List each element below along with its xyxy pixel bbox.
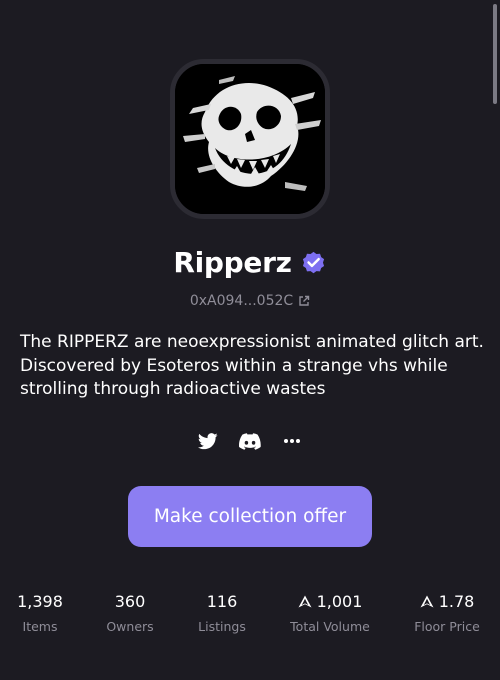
stat-value: 360 (114, 591, 146, 611)
stat-floor-price: 1.78 Floor Price (392, 590, 500, 635)
twitter-link[interactable] (197, 430, 219, 452)
stat-value: 1,001 (316, 591, 363, 611)
ethereum-icon (298, 595, 312, 607)
stat-value: 1,398 (17, 591, 63, 611)
collection-title-row: Ripperz (0, 240, 500, 284)
discord-link[interactable] (239, 430, 261, 452)
social-links (0, 428, 500, 454)
stat-label: Floor Price (414, 619, 480, 634)
stat-label: Listings (198, 619, 246, 634)
skull-art-image (175, 64, 325, 214)
collection-title: Ripperz (173, 245, 292, 279)
more-icon[interactable] (283, 438, 301, 444)
collection-description: The RIPPERZ are neoexpressionist animate… (20, 332, 484, 399)
external-link-icon[interactable] (298, 295, 310, 307)
stat-label: Total Volume (290, 619, 370, 634)
scrollbar[interactable] (493, 4, 497, 104)
contract-address[interactable]: 0xA094...052C (190, 293, 293, 309)
more-options-button[interactable] (281, 430, 303, 452)
stat-value: 1.78 (438, 591, 475, 611)
twitter-icon[interactable] (198, 432, 218, 450)
make-collection-offer-button[interactable]: Make collection offer (128, 486, 372, 547)
verified-badge-icon (302, 251, 324, 273)
contract-address-link[interactable]: 0xA094...052C (0, 290, 500, 312)
stat-value: 116 (206, 591, 238, 611)
ethereum-icon (420, 595, 434, 607)
stat-listings: 116 Listings (167, 590, 277, 635)
stat-total-volume: 1,001 Total Volume (275, 590, 385, 635)
collection-avatar (170, 59, 330, 219)
discord-icon[interactable] (239, 432, 261, 450)
